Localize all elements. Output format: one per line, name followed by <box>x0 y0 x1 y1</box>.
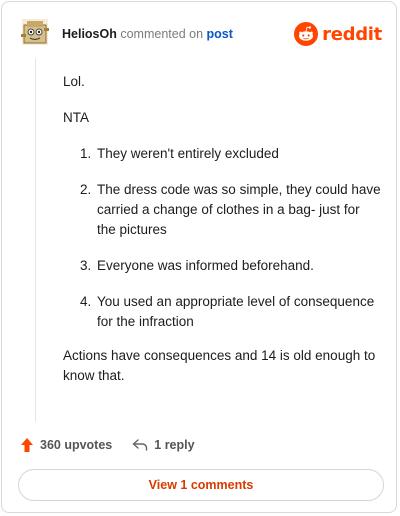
upvote-arrow-icon <box>21 438 33 452</box>
comment-header: HeliosOh commented on post reddit <box>20 16 382 56</box>
comment-actions: 360 upvotes 1 reply <box>20 434 195 456</box>
username-link[interactable]: HeliosOh <box>62 27 117 41</box>
reply-count: 1 reply <box>154 438 195 452</box>
list-item: They weren't entirely excluded <box>95 144 381 164</box>
list-item: Everyone was informed beforehand. <box>95 256 381 276</box>
thread-line <box>35 58 36 422</box>
reddit-snoo-icon <box>294 22 319 46</box>
list-item: You used an appropriate level of consequ… <box>95 292 381 332</box>
reply-button[interactable]: 1 reply <box>132 438 195 452</box>
comment-body: Lol. NTA They weren't entirely excluded … <box>63 72 381 386</box>
list-item: The dress code was so simple, they could… <box>95 180 381 240</box>
comment-meta: HeliosOh commented on post <box>62 27 233 41</box>
upvote-count: 360 upvotes <box>40 438 113 452</box>
comment-paragraph: NTA <box>63 110 89 125</box>
comment-card: HeliosOh commented on post reddit Lol. N… <box>1 1 397 513</box>
comment-paragraph: Lol. <box>63 74 85 89</box>
upvote-button[interactable]: 360 upvotes <box>20 437 112 453</box>
post-link[interactable]: post <box>207 27 233 41</box>
comment-paragraph: Actions have consequences and 14 is old … <box>63 348 376 383</box>
user-avatar[interactable] <box>20 16 52 48</box>
action-text: commented on <box>120 27 204 41</box>
snoo-avatar-icon <box>21 19 49 45</box>
reddit-wordmark: reddit <box>322 23 382 45</box>
view-comments-button[interactable]: View 1 comments <box>18 469 384 501</box>
reddit-logo[interactable]: reddit <box>294 20 382 48</box>
reply-arrow-icon <box>133 439 148 451</box>
comment-list: They weren't entirely excluded The dress… <box>63 144 381 332</box>
